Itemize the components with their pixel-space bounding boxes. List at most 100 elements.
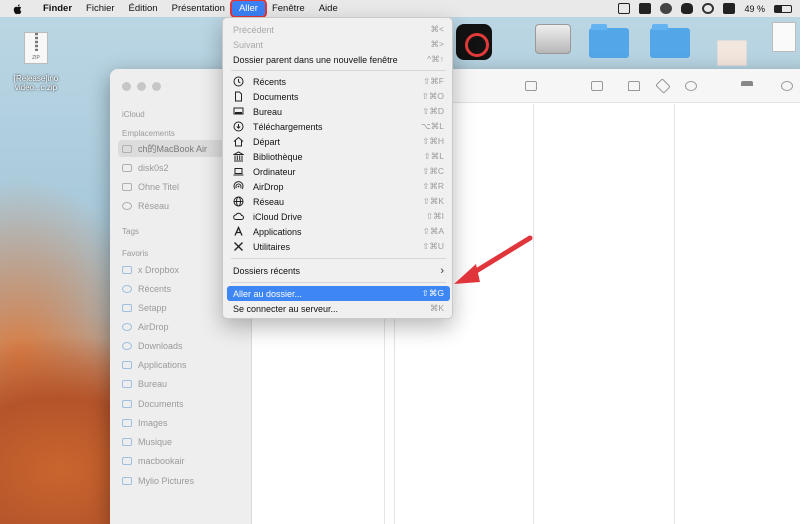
menu-item-reseau[interactable]: Réseau ⇧⌘K xyxy=(227,194,450,209)
search-icon[interactable] xyxy=(781,81,793,91)
globe-icon xyxy=(122,201,132,210)
record-app-icon[interactable] xyxy=(456,24,492,60)
menu-bar: Finder Fichier Édition Présentation Alle… xyxy=(0,0,800,18)
aller-menu: Précédent ⌘< Suivant ⌘> Dossier parent d… xyxy=(222,17,453,319)
sidebar-header-icloud: iCloud xyxy=(122,110,145,119)
menu-item-parent-folder[interactable]: Dossier parent dans une nouvelle fenêtre… xyxy=(227,52,450,67)
menu-item-bibliotheque[interactable]: Bibliothèque ⇧⌘L xyxy=(227,149,450,164)
menu-item-ordinateur[interactable]: Ordinateur ⇧⌘C xyxy=(227,164,450,179)
library-icon xyxy=(233,151,244,162)
sidebar-item-label: Setapp xyxy=(138,302,167,313)
menu-separator xyxy=(231,282,446,283)
menu-edition[interactable]: Édition xyxy=(122,1,165,16)
menu-item-applications[interactable]: Applications ⇧⌘A xyxy=(227,224,450,239)
menu-item-aller-au-dossier[interactable]: Aller au dossier... ⇧⌘G xyxy=(227,286,450,301)
sidebar-item-bureau[interactable]: Bureau xyxy=(118,375,246,392)
shortcut: ⇧⌘C xyxy=(422,166,444,176)
menu-item-icloud-drive[interactable]: iCloud Drive ⇧⌘I xyxy=(227,209,450,224)
sidebar-item-images[interactable]: Images xyxy=(118,414,246,431)
more-actions-icon[interactable] xyxy=(685,81,697,91)
sidebar-item-applications[interactable]: Applications xyxy=(118,356,246,373)
column-divider[interactable] xyxy=(674,104,675,524)
screen-record-icon[interactable] xyxy=(618,3,631,14)
document-icon xyxy=(233,91,244,102)
menu-presentation[interactable]: Présentation xyxy=(165,1,232,16)
sidebar-header-locations: Emplacements xyxy=(122,129,175,138)
menu-item-label: Dossier parent dans une nouvelle fenêtre xyxy=(233,54,398,65)
zip-file-icon[interactable]: ZIP [Release]ino video...c.zip xyxy=(8,32,64,92)
menu-finder[interactable]: Finder xyxy=(36,1,79,16)
menu-fenetre[interactable]: Fenêtre xyxy=(265,1,312,16)
menu-item-suivant[interactable]: Suivant ⌘> xyxy=(227,37,450,52)
share-icon[interactable] xyxy=(628,81,640,91)
menu-item-label: Dossiers récents xyxy=(233,265,301,276)
shortcut: ⌘< xyxy=(430,24,444,34)
hard-disk-icon[interactable] xyxy=(535,24,571,54)
sidebar-item-label: Musique xyxy=(138,436,173,447)
sidebar-item-label: x Dropbox xyxy=(138,264,180,275)
s-app-icon[interactable] xyxy=(723,3,736,14)
apple-icon[interactable] xyxy=(12,3,24,15)
app-status-icon[interactable] xyxy=(660,3,673,14)
sidebar-item-downloads[interactable]: Downloads xyxy=(118,337,246,354)
tag-icon[interactable] xyxy=(655,78,671,94)
menu-item-connect-server[interactable]: Se connecter au serveur... ⌘K xyxy=(227,301,450,316)
penguin-icon[interactable] xyxy=(681,3,694,14)
menu-item-label: Applications xyxy=(253,226,302,237)
menu-separator xyxy=(231,70,446,71)
shortcut: ⇧⌘D xyxy=(422,106,444,116)
clock-icon xyxy=(122,284,132,293)
menu-item-label: Téléchargements xyxy=(253,121,323,132)
disk-icon xyxy=(122,182,132,191)
shortcut: ⇧⌘I xyxy=(426,211,444,221)
annotation-arrow xyxy=(454,235,533,284)
sync-icon[interactable] xyxy=(702,3,715,14)
shortcut: ⌘> xyxy=(430,39,444,49)
applications-icon xyxy=(122,360,132,369)
finder-window: iCloud Emplacements ch的MacBook Air disk0… xyxy=(110,69,800,524)
dropbox-icon[interactable] xyxy=(741,81,753,91)
battery-icon[interactable] xyxy=(774,4,792,13)
column-divider[interactable] xyxy=(533,104,534,524)
menu-item-label: Documents xyxy=(253,91,299,102)
sidebar-item-label: Mylio Pictures xyxy=(138,475,195,486)
document-icon[interactable] xyxy=(772,22,796,52)
shortcut: ⇧⌘F xyxy=(423,76,444,86)
menu-fichier[interactable]: Fichier xyxy=(79,1,122,16)
menu-item-telechargements[interactable]: Téléchargements ⌥⌘L xyxy=(227,119,450,134)
menu-item-bureau[interactable]: Bureau ⇧⌘D xyxy=(227,104,450,119)
globe-icon xyxy=(233,196,244,207)
sidebar-header-tags: Tags xyxy=(122,227,139,236)
folder-icon[interactable] xyxy=(589,24,629,58)
clock-icon xyxy=(233,76,244,87)
sidebar-item-documents[interactable]: Documents xyxy=(118,395,246,412)
minimize-button[interactable] xyxy=(137,82,146,91)
menu-item-dossiers-recents[interactable]: Dossiers récents › xyxy=(227,263,450,278)
folder-icon[interactable] xyxy=(650,24,690,58)
close-button[interactable] xyxy=(122,82,131,91)
translate-icon[interactable] xyxy=(639,3,652,14)
group-icon[interactable] xyxy=(591,81,603,91)
download-icon xyxy=(122,341,132,350)
document-thumbnail-icon[interactable] xyxy=(717,40,747,66)
menu-item-utilitaires[interactable]: Utilitaires ⇧⌘U xyxy=(227,239,450,254)
sidebar-item-musique[interactable]: Musique xyxy=(118,433,246,450)
tools-icon xyxy=(233,241,244,252)
applications-icon xyxy=(233,226,244,237)
sidebar-item-label: Ohne Titel xyxy=(138,181,180,192)
cloud-icon xyxy=(233,211,244,222)
sidebar-item-airdrop[interactable]: AirDrop xyxy=(118,318,246,335)
menu-item-documents[interactable]: Documents ⇧⌘O xyxy=(227,89,450,104)
menu-aller[interactable]: Aller xyxy=(229,0,267,18)
column-view-icon[interactable] xyxy=(525,81,537,91)
sidebar-item-label: Documents xyxy=(138,398,184,409)
menu-item-precedent[interactable]: Précédent ⌘< xyxy=(227,22,450,37)
sidebar-item-macbookair[interactable]: macbookair xyxy=(118,452,246,469)
menu-item-airdrop[interactable]: AirDrop ⇧⌘R xyxy=(227,179,450,194)
sidebar-item-mylio[interactable]: Mylio Pictures xyxy=(118,472,246,489)
menu-aide[interactable]: Aide xyxy=(312,1,345,16)
sidebar-item-label: Récents xyxy=(138,283,172,294)
menu-item-depart[interactable]: Départ ⇧⌘H xyxy=(227,134,450,149)
zoom-button[interactable] xyxy=(152,82,161,91)
menu-item-recents[interactable]: Récents ⇧⌘F xyxy=(227,74,450,89)
